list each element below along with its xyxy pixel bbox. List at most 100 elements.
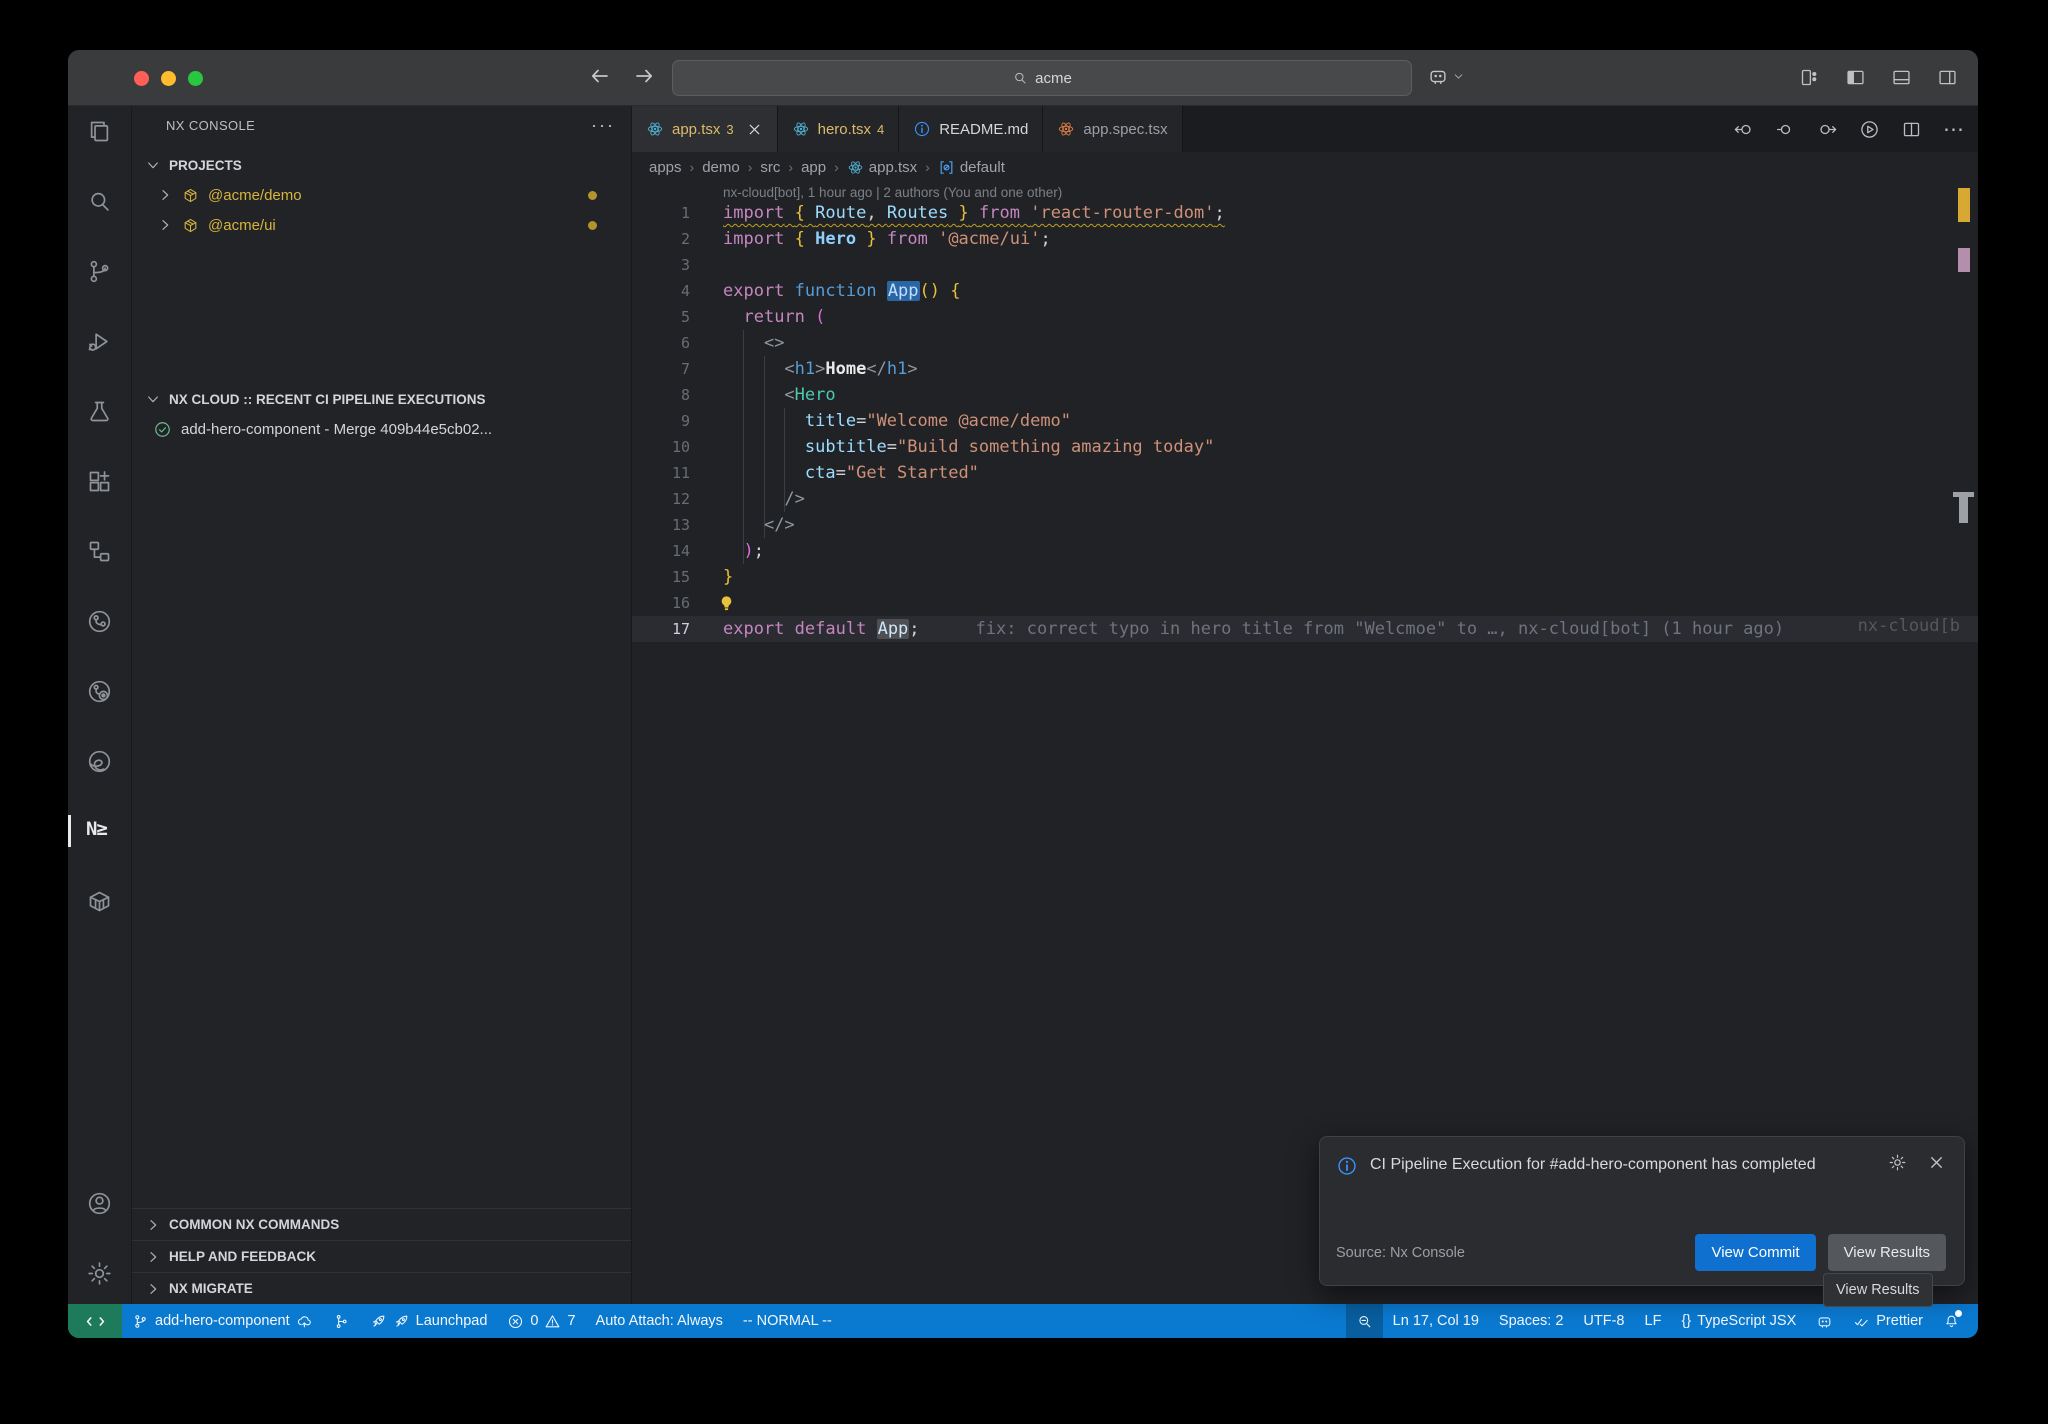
run-icon[interactable] <box>1859 119 1880 140</box>
pipeline-execution-item[interactable]: add-hero-component - Merge 409b44e5cb02.… <box>132 414 631 444</box>
code-line-9[interactable]: 9 title="Welcome @acme/demo" <box>632 408 1978 434</box>
view-commit-button[interactable]: View Commit <box>1695 1234 1815 1271</box>
activity-bar-item-project-graph[interactable] <box>82 533 118 569</box>
tab-app-tsx[interactable]: app.tsx3 <box>632 106 778 152</box>
section-header-nx-migrate[interactable]: NX MIGRATE <box>132 1272 631 1304</box>
history-back-icon[interactable] <box>588 64 612 88</box>
code-line-10[interactable]: 10 subtitle="Build something amazing tod… <box>632 434 1978 460</box>
activity-bar-item-source-control[interactable] <box>82 253 118 289</box>
activity-bar-item-accounts[interactable] <box>82 1185 118 1221</box>
token: <> <box>764 333 784 353</box>
activity-bar-item-explorer[interactable] <box>82 113 118 149</box>
split-editor-icon[interactable] <box>1901 119 1922 140</box>
layout-sidebar-left-icon[interactable] <box>1845 67 1866 88</box>
tab-README-md[interactable]: README.md <box>899 106 1043 152</box>
status-item-vim-mode[interactable]: -- NORMAL -- <box>733 1304 842 1338</box>
layout-customize-icon[interactable] <box>1799 67 1820 88</box>
zoom-window-button[interactable] <box>188 71 203 86</box>
status-item-problems[interactable]: 07 <box>497 1304 585 1338</box>
token <box>784 229 794 249</box>
tab-label: app.tsx <box>672 121 720 138</box>
activity-bar-item-search[interactable] <box>82 183 118 219</box>
line-content: } <box>690 567 733 587</box>
codelens-blame[interactable]: nx-cloud[bot], 1 hour ago | 2 authors (Y… <box>723 185 1062 200</box>
code-line-14[interactable]: 14 ); <box>632 538 1978 564</box>
activity-bar-item-extensions[interactable] <box>82 463 118 499</box>
layout-panel-icon[interactable] <box>1891 67 1912 88</box>
breadcrumb-item-default[interactable]: default <box>938 159 1005 176</box>
code-line-15[interactable]: 15} <box>632 564 1978 590</box>
status-item-prettier[interactable]: Prettier <box>1843 1304 1933 1338</box>
more-actions-icon[interactable]: ⋯ <box>1943 119 1964 140</box>
tab-label: app.spec.tsx <box>1083 121 1167 138</box>
more-actions-icon[interactable]: ··· <box>591 115 615 136</box>
section-header-help-and-feedback[interactable]: HELP AND FEEDBACK <box>132 1240 631 1272</box>
inline-blame: fix: correct typo in hero title from "We… <box>976 619 1785 639</box>
nav-back-icon[interactable] <box>1733 119 1754 140</box>
remote-indicator[interactable] <box>68 1304 122 1338</box>
status-item-language-mode[interactable]: {}TypeScript JSX <box>1671 1304 1806 1338</box>
activity-bar-item-gitlens[interactable] <box>82 673 118 709</box>
code-line-16[interactable]: 16 <box>632 590 1978 616</box>
notification-close-icon[interactable] <box>1927 1153 1946 1172</box>
section-header-projects[interactable]: PROJECTS <box>132 150 631 180</box>
status-item-launchpad[interactable]: Launchpad <box>360 1304 498 1338</box>
code-line-17[interactable]: 17export default App;fix: correct typo i… <box>632 616 1978 642</box>
view-results-button[interactable]: View Results <box>1828 1234 1946 1271</box>
minimize-window-button[interactable] <box>161 71 176 86</box>
project-item[interactable]: @acme/demo <box>132 180 631 210</box>
nav-forward-icon[interactable] <box>1817 119 1838 140</box>
project-item[interactable]: @acme/ui <box>132 210 631 240</box>
code-line-8[interactable]: 8 <Hero <box>632 382 1978 408</box>
breadcrumb-item-src[interactable]: src <box>760 159 780 176</box>
lightbulb-icon[interactable] <box>717 594 736 613</box>
nav-circle-icon[interactable] <box>1775 119 1796 140</box>
status-item-copilot[interactable] <box>1806 1304 1843 1338</box>
close-icon[interactable] <box>746 121 763 138</box>
notification-settings-gear-icon[interactable] <box>1888 1153 1907 1172</box>
code-line-6[interactable]: 6 <> <box>632 330 1978 356</box>
profile-badge[interactable] <box>1427 65 1465 87</box>
close-window-button[interactable] <box>134 71 149 86</box>
tab-hero-tsx[interactable]: hero.tsx4 <box>778 106 900 152</box>
command-center-search[interactable]: acme <box>672 60 1412 96</box>
status-item-zoom-out[interactable] <box>1346 1304 1383 1338</box>
breadcrumb-item-apps[interactable]: apps <box>649 159 682 176</box>
status-item-eol[interactable]: LF <box>1635 1304 1672 1338</box>
history-forward-icon[interactable] <box>632 64 656 88</box>
code-line-4[interactable]: 4export function App() { <box>632 278 1978 304</box>
activity-bar-item-git-graph[interactable] <box>82 603 118 639</box>
section-header-common-nx-commands[interactable]: COMMON NX COMMANDS <box>132 1208 631 1240</box>
code-line-11[interactable]: 11 cta="Get Started" <box>632 460 1978 486</box>
code-line-1[interactable]: 1import { Route, Routes } from 'react-ro… <box>632 200 1978 226</box>
overview-ruler-warning-mark <box>1958 188 1970 222</box>
code-line-2[interactable]: 2import { Hero } from '@acme/ui'; <box>632 226 1978 252</box>
breadcrumb-item-app-tsx[interactable]: app.tsx <box>847 159 917 176</box>
status-item-pipeline[interactable] <box>323 1304 360 1338</box>
activity-bar-item-nx-console[interactable]: N≥ <box>82 813 118 849</box>
token <box>928 229 938 249</box>
code-line-7[interactable]: 7 <h1>Home</h1> <box>632 356 1978 382</box>
activity-bar-item-edge-tools[interactable] <box>82 743 118 779</box>
status-item-notifications-bell[interactable] <box>1933 1304 1970 1338</box>
breadcrumb-label: app.tsx <box>869 159 917 176</box>
breadcrumb-item-demo[interactable]: demo <box>702 159 740 176</box>
layout-sidebar-right-icon[interactable] <box>1937 67 1958 88</box>
status-item-encoding[interactable]: UTF-8 <box>1573 1304 1634 1338</box>
status-item-cursor-position[interactable]: Ln 17, Col 19 <box>1383 1304 1489 1338</box>
activity-bar-item-containers[interactable] <box>82 883 118 919</box>
status-item-git-branch[interactable]: add-hero-component <box>122 1304 323 1338</box>
activity-bar-item-settings[interactable] <box>82 1255 118 1291</box>
activity-bar-item-run-debug[interactable] <box>82 323 118 359</box>
tab-app-spec-tsx[interactable]: app.spec.tsx <box>1043 106 1182 152</box>
code-line-12[interactable]: 12 /> <box>632 486 1978 512</box>
section-header-nx-cloud[interactable]: NX CLOUD :: RECENT CI PIPELINE EXECUTION… <box>132 384 631 414</box>
breadcrumb-label: apps <box>649 159 682 176</box>
code-line-13[interactable]: 13 </> <box>632 512 1978 538</box>
breadcrumb-item-app[interactable]: app <box>801 159 826 176</box>
status-item-indentation[interactable]: Spaces: 2 <box>1489 1304 1574 1338</box>
code-line-5[interactable]: 5 return ( <box>632 304 1978 330</box>
activity-bar-item-testing[interactable] <box>82 393 118 429</box>
status-item-auto-attach[interactable]: Auto Attach: Always <box>586 1304 733 1338</box>
code-line-3[interactable]: 3 <box>632 252 1978 278</box>
